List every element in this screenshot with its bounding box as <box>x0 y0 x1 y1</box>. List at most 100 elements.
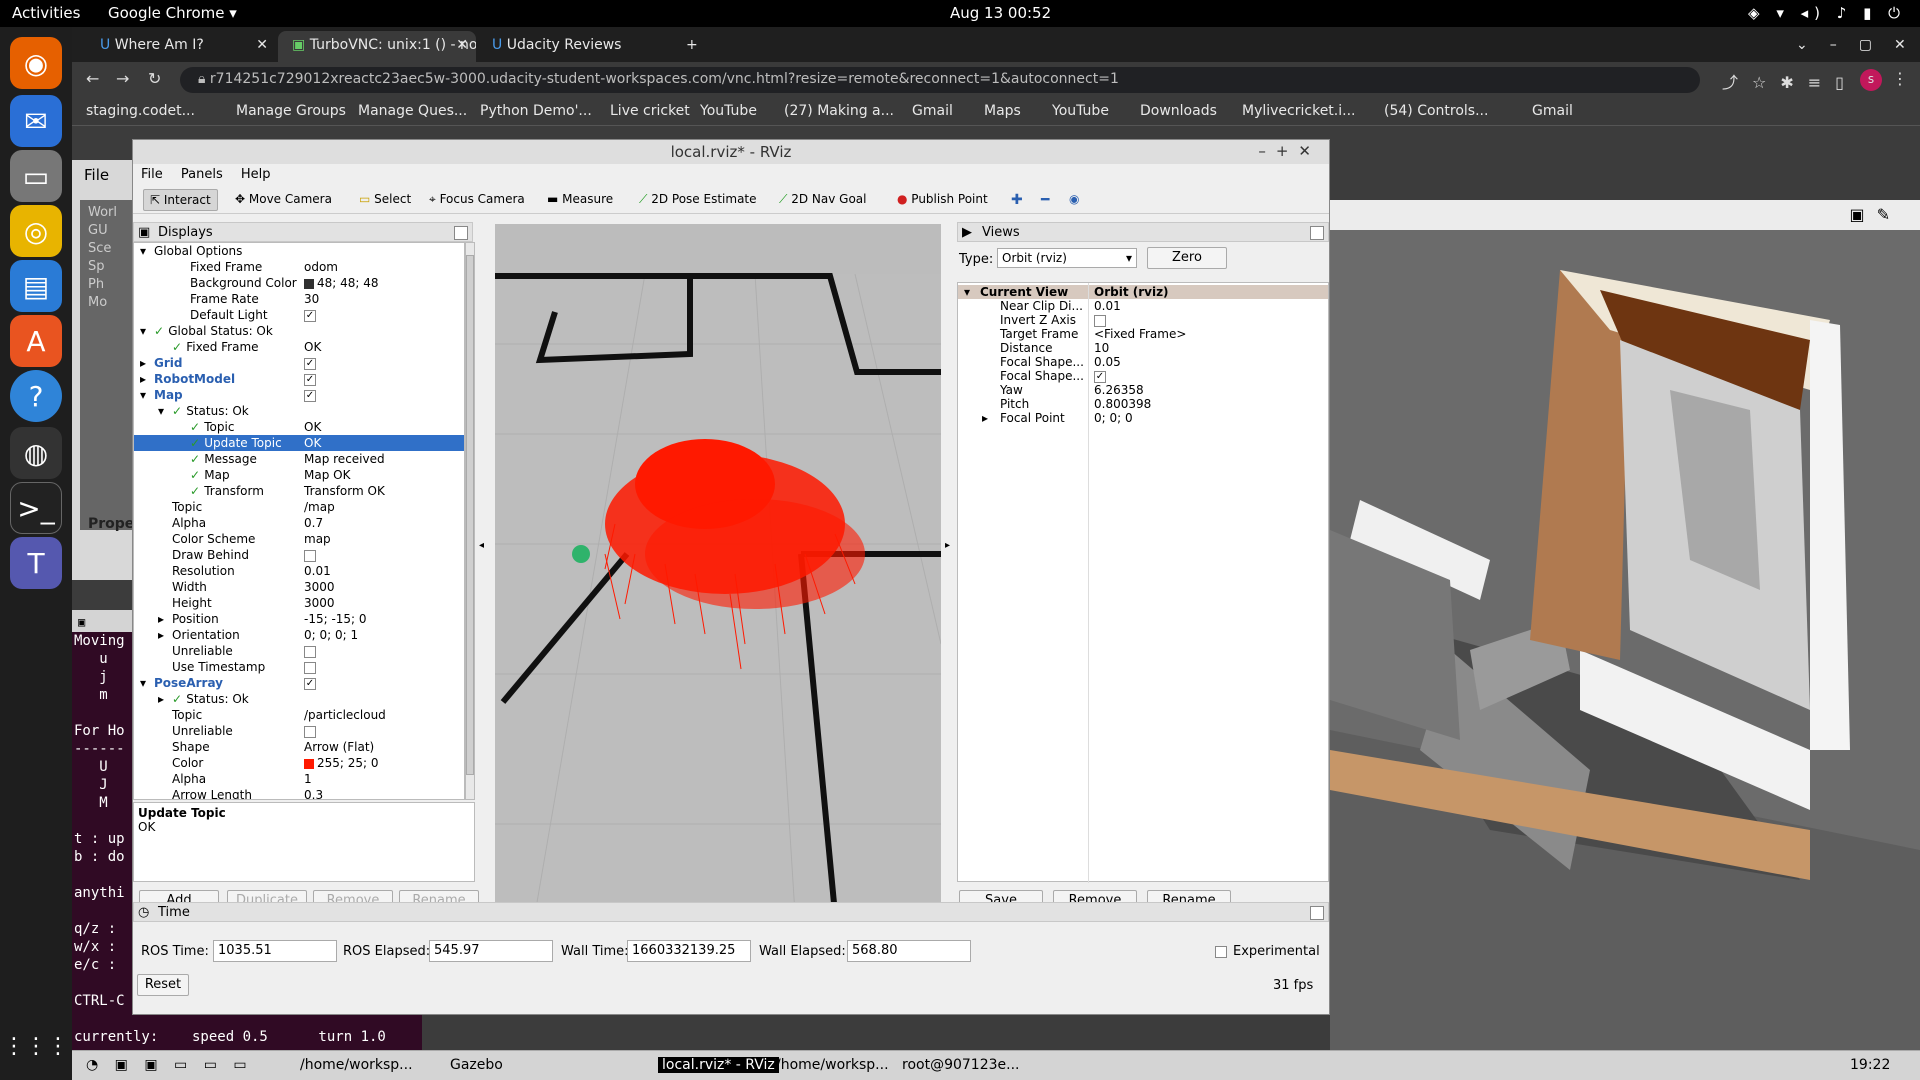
bookmark-item[interactable]: Gmail <box>1532 103 1573 119</box>
view-property-row[interactable]: Yaw 6.26358 <box>958 383 1328 397</box>
clock[interactable]: Aug 13 00:52 <box>950 4 1051 22</box>
task-terminal-1[interactable]: /home/worksp... <box>300 1057 413 1073</box>
checkbox[interactable] <box>304 549 316 562</box>
display-value[interactable]: OK <box>304 419 321 435</box>
checkbox[interactable]: ✓ <box>304 677 316 690</box>
bookmark-item[interactable]: Python Demo'... <box>480 103 592 119</box>
ros-elapsed-field[interactable]: 545.97 <box>429 940 553 962</box>
display-value[interactable]: /map <box>304 499 335 515</box>
thunderbird-icon[interactable]: ✉ <box>10 95 62 147</box>
display-row[interactable]: ✓ Update Topic OK <box>134 435 464 451</box>
grammarly-icon[interactable] <box>572 545 590 563</box>
color-swatch[interactable] <box>304 278 314 289</box>
view-property-value[interactable]: Orbit (rviz) <box>1094 285 1169 299</box>
display-value[interactable] <box>304 723 316 739</box>
tree-item[interactable]: Ph <box>88 276 126 294</box>
menu-icon[interactable]: ⋮ <box>1892 69 1908 88</box>
display-value[interactable]: ✓ <box>304 387 316 403</box>
display-row[interactable]: ▸ Orientation 0; 0; 0; 1 <box>134 627 464 643</box>
new-tab-icon[interactable]: + <box>672 31 712 62</box>
checkbox[interactable]: ✓ <box>304 389 316 402</box>
tree-item[interactable]: Mo <box>88 294 126 312</box>
display-row[interactable]: ▾ Global Options <box>134 243 464 259</box>
expand-icon[interactable]: ▸ <box>982 411 988 425</box>
display-row[interactable]: Default Light ✓ <box>134 307 464 323</box>
expand-right-icon[interactable]: ▸ <box>158 691 164 707</box>
display-row[interactable]: ▾ ✓ Global Status: Ok <box>134 323 464 339</box>
display-row[interactable]: ▾ ✓ Status: Ok <box>134 403 464 419</box>
checkbox[interactable]: ✓ <box>304 309 316 322</box>
collapse-right-icon[interactable]: ▸ <box>945 540 950 551</box>
display-value[interactable]: OK <box>304 339 321 355</box>
display-value[interactable]: 30 <box>304 291 319 307</box>
view-property-row[interactable]: Near Clip Di... 0.01 <box>958 299 1328 313</box>
checkbox[interactable] <box>1094 314 1106 327</box>
gazebo-world-tree[interactable]: Worl GU Sce Sp Ph Mo <box>80 200 134 530</box>
close-icon[interactable]: ✕ <box>456 37 468 53</box>
display-value[interactable]: 0; 0; 0; 1 <box>304 627 358 643</box>
system-tray-icon[interactable]: ◈ ▾ ◂) ♪ ▮ ⏻ <box>1748 4 1906 22</box>
bookmark-item[interactable]: Downloads <box>1140 103 1217 119</box>
firefox-icon[interactable]: ◉ <box>10 37 62 89</box>
menu-file[interactable]: File <box>141 167 163 182</box>
displays-scrollbar[interactable] <box>465 242 475 800</box>
expand-down-icon[interactable]: ▾ <box>158 403 164 419</box>
display-value[interactable]: ✓ <box>304 355 316 371</box>
bookmark-item[interactable]: Manage Groups <box>236 103 346 119</box>
display-row[interactable]: ✓ Transform Transform OK <box>134 483 464 499</box>
display-value[interactable]: 0.01 <box>304 563 331 579</box>
menu-help[interactable]: Help <box>241 167 271 182</box>
checkbox[interactable]: ✓ <box>304 373 316 386</box>
interact-tool[interactable]: ⇱ Interact <box>143 189 218 211</box>
select-tool[interactable]: ▭ Select <box>353 189 417 211</box>
display-row[interactable]: Use Timestamp <box>134 659 464 675</box>
rhythmbox-icon[interactable]: ◎ <box>10 205 62 257</box>
scroll-thumb[interactable] <box>466 255 474 775</box>
tree-item[interactable]: Worl <box>88 204 126 222</box>
display-row[interactable]: ▸ Position -15; -15; 0 <box>134 611 464 627</box>
launcher-icons[interactable]: ◔ ▣ ▣ ▭ ▭ ▭ <box>86 1057 253 1073</box>
move-camera-tool[interactable]: ✥ Move Camera <box>229 189 338 211</box>
display-value[interactable]: 255; 25; 0 <box>304 755 379 771</box>
display-row[interactable]: Topic/map <box>134 499 464 515</box>
task-terminal-2[interactable]: /home/worksp... <box>776 1057 889 1073</box>
display-row[interactable]: ✓ Topic OK <box>134 419 464 435</box>
display-value[interactable] <box>304 643 316 659</box>
display-row[interactable]: ✓ Fixed Frame OK <box>134 339 464 355</box>
reload-icon[interactable]: ↻ <box>148 69 161 88</box>
expand-right-icon[interactable]: ▸ <box>140 355 146 371</box>
view-property-value[interactable]: 0; 0; 0 <box>1094 411 1133 425</box>
focus-camera-tool[interactable]: ⌖ Focus Camera <box>423 189 531 211</box>
ros-time-field[interactable]: 1035.51 <box>213 940 337 962</box>
gazebo-3d-view[interactable] <box>1330 230 1920 1050</box>
collapse-left-icon[interactable]: ◂ <box>479 540 484 551</box>
view-property-value[interactable]: 0.01 <box>1094 299 1121 313</box>
view-type-select[interactable]: Orbit (rviz) ▾ <box>997 248 1137 268</box>
displays-tree[interactable]: ▾ Global Options Fixed Frame odom Background… <box>133 242 465 800</box>
display-value[interactable]: ✓ <box>304 307 316 323</box>
display-value[interactable]: odom <box>304 259 338 275</box>
view-property-value[interactable]: 10 <box>1094 341 1109 355</box>
display-value[interactable]: Transform OK <box>304 483 385 499</box>
reset-button[interactable]: Reset <box>137 974 189 996</box>
display-row[interactable]: Background Color 48; 48; 48 <box>134 275 464 291</box>
profile-avatar[interactable]: s <box>1860 69 1882 91</box>
view-property-value[interactable]: 0.800398 <box>1094 397 1151 411</box>
display-row[interactable]: Topic/particlecloud <box>134 707 464 723</box>
bookmark-item[interactable]: YouTube <box>700 103 757 119</box>
experimental-checkbox[interactable] <box>1215 946 1227 958</box>
views-tree[interactable]: ▾ Current View Orbit (rviz) Near Clip Di...… <box>957 282 1329 883</box>
expand-right-icon[interactable]: ▸ <box>140 371 146 387</box>
display-row[interactable]: ✓ Message Map received <box>134 451 464 467</box>
view-property-row[interactable]: Invert Z Axis <box>958 313 1328 327</box>
help-icon[interactable]: ? <box>10 370 62 422</box>
view-property-value[interactable]: 6.26358 <box>1094 383 1144 397</box>
display-row[interactable]: Fixed Frame odom <box>134 259 464 275</box>
add-tool-icon[interactable]: ✚ <box>1005 189 1029 211</box>
gazebo-file-menu[interactable]: File <box>84 166 109 184</box>
task-gazebo[interactable]: Gazebo <box>450 1057 503 1073</box>
display-value[interactable]: -15; -15; 0 <box>304 611 367 627</box>
display-value[interactable]: 48; 48; 48 <box>304 275 379 291</box>
display-row[interactable]: ▸ Grid ✓ <box>134 355 464 371</box>
bookmark-item[interactable]: Maps <box>984 103 1021 119</box>
